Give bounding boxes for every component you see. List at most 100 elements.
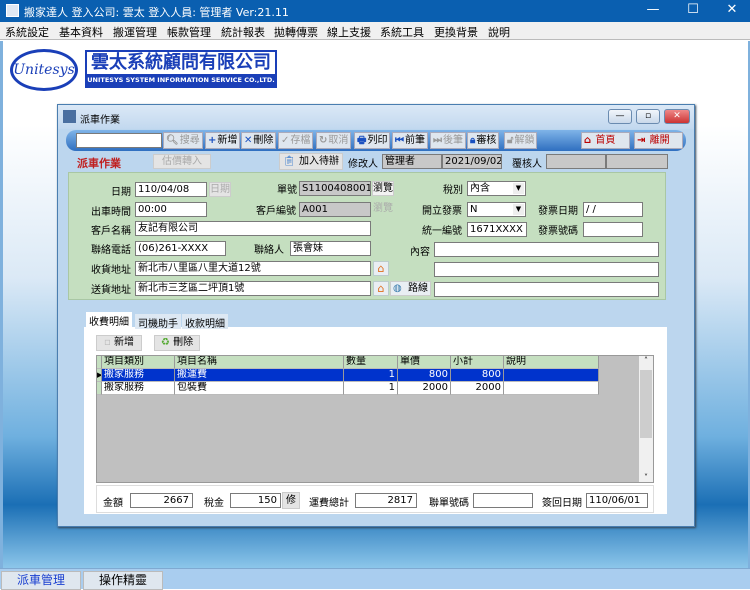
return-date-field[interactable]: 110/06/01	[586, 493, 648, 508]
customer-name-field[interactable]: 友記有限公司	[135, 221, 371, 236]
phone-label: 聯絡電話	[91, 245, 131, 256]
audit-button[interactable]: 🔒︎審核	[467, 132, 500, 149]
column-header[interactable]: 說明	[504, 356, 599, 369]
menu-basic-data[interactable]: 基本資料	[59, 24, 103, 40]
cell[interactable]	[504, 369, 599, 382]
scroll-down-icon[interactable]: ˅	[639, 473, 653, 482]
maximize-button[interactable]: ☐	[678, 2, 708, 20]
depart-time-field[interactable]: 00:00	[135, 202, 207, 217]
print-button[interactable]: 🖶列印	[354, 132, 391, 149]
delivery-address-field[interactable]: 新北市三芝區二坪頂1號	[135, 281, 371, 296]
tax-field[interactable]: 150	[230, 493, 281, 508]
search-button[interactable]: 🔍︎搜尋	[163, 132, 203, 149]
quote-import-button[interactable]: 估價轉入	[153, 154, 211, 169]
prev-record-button[interactable]: ⏮前筆	[392, 132, 428, 149]
cell[interactable]: 2000	[451, 382, 504, 395]
cancel-button[interactable]: ↻取消	[316, 132, 352, 149]
title-bar: 搬家達人 登入公司: 雲太 登入人員: 管理者 Ver:21.11 — ☐ ✕	[0, 0, 750, 22]
search-input[interactable]	[76, 133, 162, 148]
cell[interactable]: 搬家服務	[102, 382, 175, 395]
menu-help[interactable]: 說明	[488, 24, 510, 40]
tab-driver-assistant[interactable]: 司機助手	[135, 314, 181, 330]
date-field[interactable]: 110/04/08	[135, 182, 207, 197]
exit-button[interactable]: ⇥ 離開	[634, 132, 683, 149]
contact-field[interactable]: 張會妹	[290, 241, 371, 256]
cell[interactable]: 1	[344, 369, 398, 382]
cell[interactable]: 搬家服務	[102, 369, 175, 382]
menu-voucher-transfer[interactable]: 拋轉傳票	[274, 24, 318, 40]
tab-payment-details[interactable]: 收款明細	[182, 314, 228, 330]
menu-reports[interactable]: 統計報表	[221, 24, 265, 40]
unlock-button[interactable]: 🔓︎解鎖	[504, 132, 538, 149]
scroll-thumb[interactable]	[640, 370, 652, 438]
grid-delete-button[interactable]: ♻ 刪除	[154, 335, 200, 351]
customer-code-label: 客戶編號	[256, 206, 296, 217]
menu-system-tools[interactable]: 系統工具	[380, 24, 424, 40]
tab-dispatch-management[interactable]: 派車管理	[1, 571, 81, 590]
tab-operation-wizard[interactable]: 操作精靈	[83, 571, 163, 590]
cell[interactable]: 1	[344, 382, 398, 395]
next-record-button[interactable]: ⏭後筆	[430, 132, 466, 149]
vertical-scrollbar[interactable]: ˄ ˅	[639, 356, 653, 482]
invoice-date-field[interactable]: / /	[583, 202, 643, 217]
tax-type-select[interactable]: 內含 ▼	[467, 181, 526, 196]
x-icon: ✕	[244, 135, 253, 146]
menu-moving-management[interactable]: 搬運管理	[113, 24, 157, 40]
pickup-address-field[interactable]: 新北市八里區八里大道12號	[135, 261, 371, 276]
grid-add-button[interactable]: ▫ 新增	[96, 335, 142, 351]
content-field-2[interactable]	[434, 262, 659, 277]
house-icon: ⌂	[377, 282, 385, 295]
invoice-select[interactable]: N ▼	[467, 202, 526, 217]
minimize-button[interactable]: —	[638, 2, 668, 20]
date-picker-button[interactable]: 日期	[209, 182, 231, 197]
save-button[interactable]: ✓存檔	[278, 132, 314, 149]
column-header[interactable]: 小計	[451, 356, 504, 369]
home-button[interactable]: ⌂ 首頁	[581, 132, 630, 149]
tax-id-field[interactable]: 1671XXXX	[467, 222, 527, 237]
browse-customer-button[interactable]: 瀏覽	[372, 202, 394, 217]
joint-no-label: 聯單號碼	[429, 498, 469, 509]
pickup-map-button[interactable]: ⌂	[373, 261, 389, 276]
table-row[interactable]: 搬家服務 包裝費 1 2000 2000	[97, 382, 599, 395]
column-header[interactable]: 單價	[398, 356, 451, 369]
menu-online-support[interactable]: 線上支援	[327, 24, 371, 40]
dispatch-dialog: 派車作業 — ▫ ✕ 🔍︎搜尋 +新增 ✕刪除 ✓存檔 ↻取消 🖶列印 ⏮前筆 …	[57, 104, 695, 527]
column-header[interactable]: 項目名稱	[175, 356, 344, 369]
column-header[interactable]: 項目類別	[102, 356, 175, 369]
dialog-close-button[interactable]: ✕	[664, 109, 690, 124]
cell[interactable]: 2000	[398, 382, 451, 395]
company-name-cn: 雲太系統顧問有限公司	[91, 52, 271, 73]
delete-button[interactable]: ✕刪除	[241, 132, 277, 149]
delivery-address-label: 送貨地址	[91, 285, 131, 296]
house-icon: ⌂	[377, 262, 385, 275]
invoice-no-field[interactable]	[583, 222, 643, 237]
content-field-1[interactable]	[434, 242, 659, 257]
amount-field[interactable]: 2667	[130, 493, 193, 508]
dialog-minimize-button[interactable]: —	[608, 109, 632, 124]
browse-order-button[interactable]: 瀏覽	[372, 181, 394, 196]
add-todo-button[interactable]: 📋︎ 加入待辦	[279, 153, 343, 170]
add-button[interactable]: +新增	[205, 132, 241, 149]
route-button[interactable]: ◍ 路線	[390, 281, 431, 296]
scroll-up-icon[interactable]: ˄	[639, 356, 653, 365]
joint-no-field[interactable]	[473, 493, 533, 508]
delivery-map-button[interactable]: ⌂	[373, 281, 389, 296]
cell[interactable]	[504, 382, 599, 395]
menu-system-settings[interactable]: 系統設定	[5, 24, 49, 40]
cell[interactable]: 搬運費	[175, 369, 344, 382]
phone-field[interactable]: (06)261-XXXX	[135, 241, 226, 256]
cell[interactable]: 包裝費	[175, 382, 344, 395]
dialog-maximize-button[interactable]: ▫	[636, 109, 660, 124]
tab-charge-details[interactable]: 收費明細	[86, 312, 132, 330]
menu-change-background[interactable]: 更換背景	[434, 24, 478, 40]
menu-account-management[interactable]: 帳款管理	[167, 24, 211, 40]
tax-edit-button[interactable]: 修	[282, 492, 300, 509]
close-button[interactable]: ✕	[717, 2, 747, 20]
content-field-3[interactable]	[434, 282, 659, 297]
freight-total-field[interactable]: 2817	[355, 493, 417, 508]
first-icon: ⏮	[395, 135, 404, 146]
cell[interactable]: 800	[451, 369, 504, 382]
cell[interactable]: 800	[398, 369, 451, 382]
column-header[interactable]: 數量	[344, 356, 398, 369]
table-row[interactable]: ▶ 搬家服務 搬運費 1 800 800	[97, 369, 599, 382]
